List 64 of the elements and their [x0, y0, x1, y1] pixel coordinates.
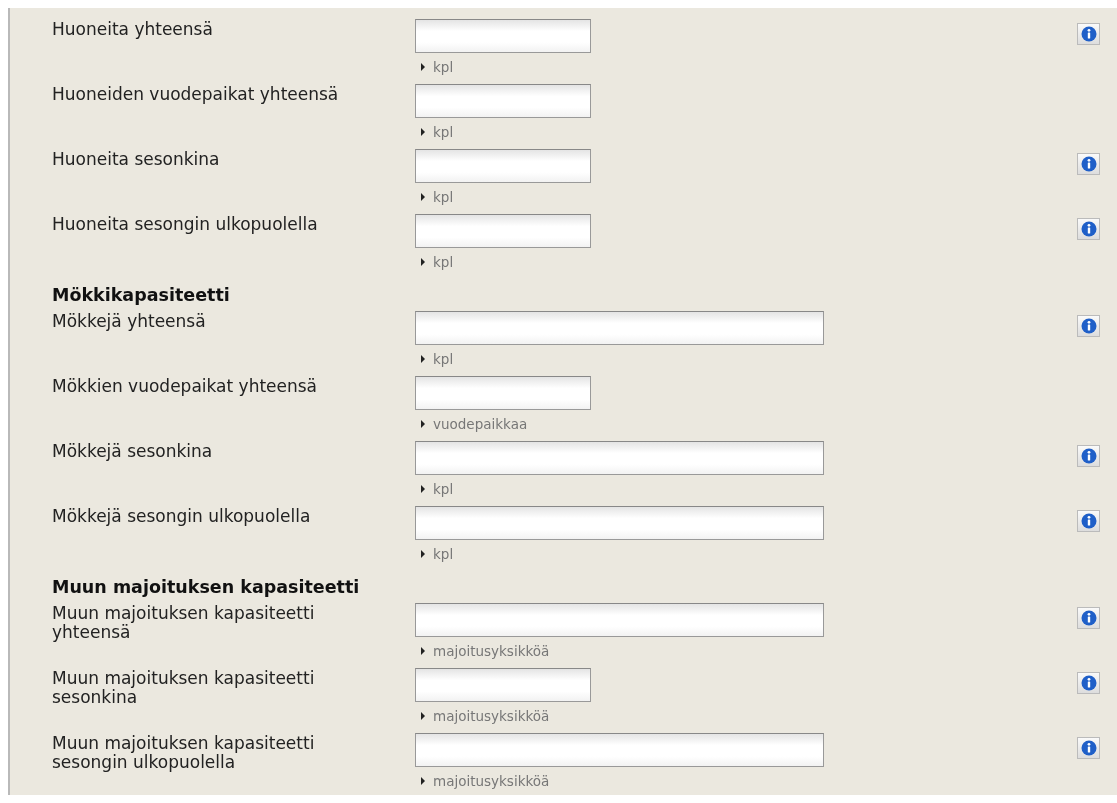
info-icon: [1080, 156, 1097, 172]
field-label: Huoneita sesongin ulkopuolella: [52, 214, 319, 236]
input-field[interactable]: [415, 376, 591, 410]
unit-text: majoitusyksikköä: [433, 643, 550, 659]
bullet-icon: [421, 258, 425, 266]
info-icon: [1080, 675, 1097, 691]
unit-text: kpl: [433, 189, 454, 205]
info-icon: [1080, 448, 1097, 464]
input-field[interactable]: [415, 733, 824, 767]
field-label: Huoneita sesonkina: [52, 149, 221, 171]
field-label: Muun majoituksen kapasiteetti yhteensä: [52, 603, 316, 644]
unit-text: majoitusyksikköä: [433, 708, 550, 724]
bullet-icon: [421, 128, 425, 136]
info-button[interactable]: [1077, 23, 1100, 45]
bullet-icon: [421, 193, 425, 201]
bullet-icon: [421, 63, 425, 71]
field-label: Mökkejä sesonkina: [52, 441, 214, 463]
info-icon: [1080, 26, 1097, 42]
info-button[interactable]: [1077, 218, 1100, 240]
bullet-icon: [421, 712, 425, 720]
input-field[interactable]: [415, 214, 591, 248]
field-label: Muun majoituksen kapasiteetti sesongin ulkopuolella: [52, 733, 316, 774]
field-label: Muun majoituksen kapasiteetti sesonkina: [52, 668, 316, 709]
unit-text: kpl: [433, 546, 454, 562]
input-field[interactable]: [415, 19, 591, 53]
unit-text: kpl: [433, 59, 454, 75]
input-field[interactable]: [415, 668, 591, 702]
info-button[interactable]: [1077, 315, 1100, 337]
info-icon: [1080, 318, 1097, 334]
section-heading: Mökkikapasiteetti: [52, 284, 231, 307]
field-label: Huoneiden vuodepaikat yhteensä: [52, 84, 340, 106]
info-button[interactable]: [1077, 510, 1100, 532]
info-button[interactable]: [1077, 607, 1100, 629]
field-label: Mökkejä yhteensä: [52, 311, 207, 333]
bullet-icon: [421, 420, 425, 428]
field-label: Mökkien vuodepaikat yhteensä: [52, 376, 319, 398]
unit-text: kpl: [433, 254, 454, 270]
info-icon: [1080, 221, 1097, 237]
bullet-icon: [421, 647, 425, 655]
unit-text: kpl: [433, 481, 454, 497]
info-button[interactable]: [1077, 672, 1100, 694]
input-field[interactable]: [415, 84, 591, 118]
field-label: Huoneita yhteensä: [52, 19, 214, 41]
input-field[interactable]: [415, 603, 824, 637]
info-button[interactable]: [1077, 737, 1100, 759]
info-button[interactable]: [1077, 153, 1100, 175]
unit-text: kpl: [433, 124, 454, 140]
input-field[interactable]: [415, 149, 591, 183]
field-label: Mökkejä sesongin ulkopuolella: [52, 506, 312, 528]
input-field[interactable]: [415, 311, 824, 345]
bullet-icon: [421, 550, 425, 558]
info-icon: [1080, 513, 1097, 529]
info-icon: [1080, 740, 1097, 756]
info-button[interactable]: [1077, 445, 1100, 467]
input-field[interactable]: [415, 506, 824, 540]
bullet-icon: [421, 355, 425, 363]
unit-text: majoitusyksikköä: [433, 773, 550, 789]
input-field[interactable]: [415, 441, 824, 475]
section-heading: Muun majoituksen kapasiteetti: [52, 576, 361, 599]
unit-text: kpl: [433, 351, 454, 367]
bullet-icon: [421, 777, 425, 785]
bullet-icon: [421, 485, 425, 493]
unit-text: vuodepaikkaa: [433, 416, 528, 432]
info-icon: [1080, 610, 1097, 626]
